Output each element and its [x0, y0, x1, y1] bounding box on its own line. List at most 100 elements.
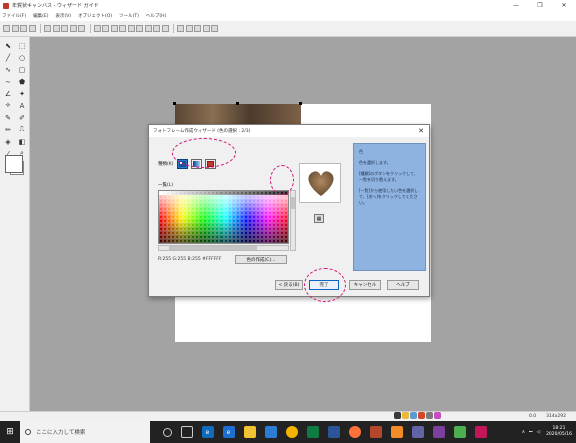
- ime-icon[interactable]: [394, 412, 401, 419]
- frame-icon[interactable]: [93, 25, 101, 32]
- chrome-icon[interactable]: [285, 426, 298, 438]
- network-icon[interactable]: ⎓: [529, 429, 533, 435]
- title-bar: 年賀状キャンバス - ウィザード ガイド — ❐ ✕: [0, 0, 576, 11]
- save-icon[interactable]: [20, 25, 27, 32]
- copy-icon[interactable]: [52, 25, 60, 32]
- ime-icon[interactable]: [418, 412, 425, 419]
- new-icon[interactable]: [3, 25, 10, 32]
- zoom-in-icon[interactable]: [177, 25, 184, 32]
- transform-icon[interactable]: ⬚: [16, 40, 28, 51]
- preview-toggle-icon[interactable]: ▦: [314, 214, 324, 223]
- image-icon[interactable]: [127, 25, 135, 32]
- scrollbar-thumb[interactable]: [291, 197, 295, 209]
- open-icon[interactable]: [11, 25, 19, 32]
- ime-icon[interactable]: [410, 412, 417, 419]
- stamp-icon[interactable]: [153, 25, 160, 32]
- maximize-button[interactable]: ❐: [528, 0, 552, 11]
- tray-arrow-icon[interactable]: ∧: [522, 430, 525, 435]
- minimize-button[interactable]: —: [504, 0, 528, 11]
- windows-start-icon[interactable]: ⊞: [0, 421, 20, 443]
- app-icon[interactable]: [432, 426, 445, 438]
- print-icon[interactable]: [28, 25, 36, 32]
- task-view-icon[interactable]: [180, 426, 193, 438]
- rectangle-icon[interactable]: ▢: [16, 64, 28, 75]
- selection-handle[interactable]: [173, 102, 176, 105]
- angle-icon[interactable]: ∠: [2, 88, 14, 99]
- custom-color-button[interactable]: 色の作成(C)...: [235, 255, 287, 264]
- firefox-icon[interactable]: [348, 426, 361, 438]
- app-icon[interactable]: [474, 426, 487, 438]
- file-explorer-icon[interactable]: [243, 426, 256, 438]
- taskbar-search-box[interactable]: ここに入力して検索: [20, 421, 150, 443]
- ellipse-icon[interactable]: ○: [16, 52, 28, 63]
- volume-icon[interactable]: ◁: [537, 430, 540, 435]
- palette-icon[interactable]: [136, 25, 143, 32]
- clock[interactable]: 18:21 2020/05/16: [546, 426, 572, 438]
- excel-icon[interactable]: [306, 426, 319, 438]
- app-icon[interactable]: [411, 426, 424, 438]
- ime-icon[interactable]: [434, 412, 441, 419]
- color-palette-grid[interactable]: [158, 190, 289, 244]
- pen-icon[interactable]: ✐: [16, 112, 28, 123]
- redo-icon[interactable]: [78, 25, 85, 32]
- polygon-icon[interactable]: ⬟: [16, 76, 28, 87]
- selection-handle[interactable]: [236, 102, 239, 105]
- palette-color-cell[interactable]: [283, 239, 288, 243]
- shape-edit-icon[interactable]: ⟡: [2, 100, 14, 111]
- undo-icon[interactable]: [69, 25, 77, 32]
- cortana-icon[interactable]: [162, 427, 172, 437]
- star-icon[interactable]: ✦: [16, 88, 28, 99]
- store-icon[interactable]: [264, 426, 277, 438]
- powerpoint-icon[interactable]: [369, 426, 382, 438]
- word-icon[interactable]: [327, 426, 340, 438]
- fill-icon[interactable]: ◈: [2, 136, 14, 147]
- ime-icon[interactable]: [426, 412, 433, 419]
- window-title: 年賀状キャンバス - ウィザード ガイド: [12, 3, 99, 9]
- calendar-icon[interactable]: [161, 25, 169, 32]
- curve-icon[interactable]: ∼: [2, 76, 14, 87]
- marker-icon[interactable]: ✏: [2, 124, 14, 135]
- foreground-color-swatch[interactable]: [5, 155, 23, 173]
- back-button[interactable]: < 戻る(B): [275, 280, 303, 290]
- menu-edit[interactable]: 編集(E): [33, 13, 48, 19]
- scrollbar-thumb[interactable]: [169, 246, 257, 250]
- layout-icon[interactable]: [102, 25, 109, 32]
- selection-handle[interactable]: [299, 102, 302, 105]
- eraser-icon[interactable]: ◧: [16, 136, 28, 147]
- canvas-photo[interactable]: [175, 104, 301, 126]
- preview-icon[interactable]: [202, 25, 210, 32]
- dialog-close-icon[interactable]: ✕: [418, 127, 424, 135]
- search-icon: [25, 429, 31, 435]
- fit-icon[interactable]: [194, 25, 201, 32]
- help-line: 色を選択します。: [359, 160, 391, 165]
- cancel-button[interactable]: キャンセル: [349, 280, 381, 290]
- template-icon[interactable]: [110, 25, 118, 32]
- close-window-button[interactable]: ✕: [552, 0, 576, 11]
- edge-icon[interactable]: e: [201, 426, 214, 438]
- text-tool-icon[interactable]: [119, 25, 126, 32]
- menu-view[interactable]: 表示(V): [55, 13, 71, 19]
- frame-preview: [299, 163, 341, 203]
- menu-file[interactable]: ファイル(F): [2, 13, 26, 19]
- cut-icon[interactable]: [44, 25, 51, 32]
- help-button[interactable]: ヘルプ: [387, 280, 419, 290]
- app-icon[interactable]: [453, 426, 466, 438]
- stamp-tool-icon[interactable]: ⎍: [16, 124, 28, 135]
- menu-help[interactable]: ヘルプ(H): [146, 13, 166, 19]
- freehand-icon[interactable]: ∿: [2, 64, 14, 75]
- text-icon[interactable]: A: [16, 100, 28, 111]
- ie-icon[interactable]: e: [222, 426, 235, 438]
- paste-icon[interactable]: [61, 25, 68, 32]
- eye-icon[interactable]: [211, 25, 218, 32]
- effect-icon[interactable]: [144, 25, 152, 32]
- zoom-out-icon[interactable]: [185, 25, 193, 32]
- ime-icon[interactable]: [402, 412, 409, 419]
- palette-vertical-scrollbar[interactable]: [290, 190, 296, 251]
- select-arrow-icon[interactable]: ⬉: [2, 40, 14, 51]
- palette-horizontal-scrollbar[interactable]: [158, 245, 289, 251]
- menu-tools[interactable]: ツール(T): [119, 13, 139, 19]
- brush-icon[interactable]: ✎: [2, 112, 14, 123]
- menu-object[interactable]: オブジェクト(O): [78, 13, 112, 19]
- paint-icon[interactable]: [390, 426, 403, 438]
- line-icon[interactable]: ╱: [2, 52, 14, 63]
